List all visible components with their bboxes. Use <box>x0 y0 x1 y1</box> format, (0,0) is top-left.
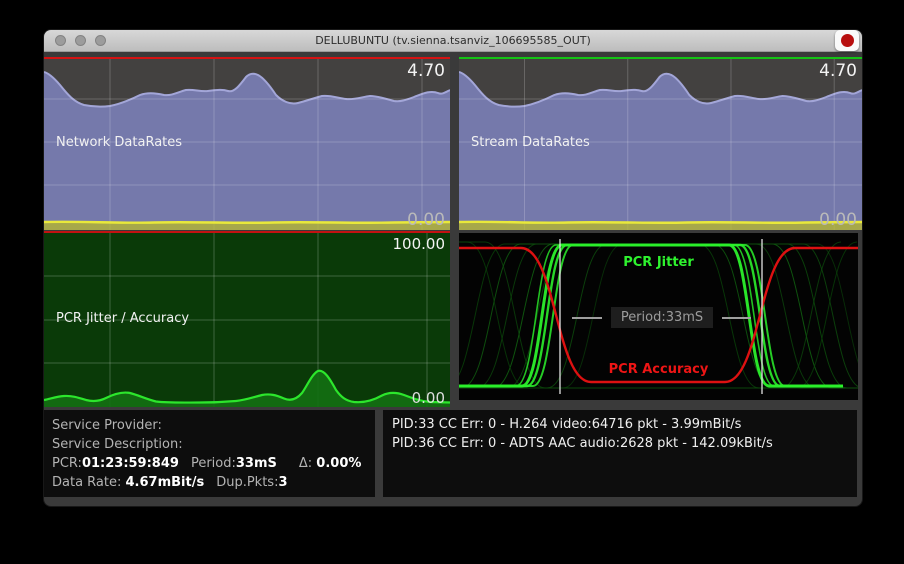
stream-datarates-panel: Stream DataRates 4.70 0.00 <box>459 57 862 230</box>
pid-line-video: PID:33 CC Err: 0 - H.264 video:64716 pkt… <box>392 415 857 434</box>
network-datarates-panel: Network DataRates 4.70 0.00 <box>44 57 450 230</box>
pcr-label: PCR: <box>52 456 82 471</box>
pcr-jitter-accuracy-panel: PCR Jitter / Accuracy 100.00 0.00 <box>44 231 450 407</box>
dup-pkts-label: Dup.Pkts: <box>216 475 278 490</box>
network-ymin-label: 0.00 <box>407 210 445 230</box>
service-description-line: Service Description: <box>52 435 375 454</box>
window-title: DELLUBUNTU (tv.sienna.tsanviz_106695585_… <box>44 30 862 51</box>
pid-line-audio: PID:36 CC Err: 0 - ADTS AAC audio:2628 p… <box>392 434 857 453</box>
pcr-accuracy-label: PCR Accuracy <box>459 362 858 377</box>
dup-pkts-value: 3 <box>278 475 287 490</box>
stream-datarates-title: Stream DataRates <box>471 135 590 150</box>
pcr-eye-diagram-panel: PCR Jitter Period:33mS PCR Accuracy <box>459 233 858 400</box>
title-bar[interactable]: DELLUBUNTU (tv.sienna.tsanviz_106695585_… <box>44 30 862 52</box>
datarate-status-line: Data Rate: 4.67mBit/s Dup.Pkts:3 <box>52 473 375 492</box>
pcr-jitter-label: PCR Jitter <box>459 255 858 270</box>
pcr-value: 01:23:59:849 <box>82 456 179 471</box>
stream-ymin-label: 0.00 <box>819 210 857 230</box>
network-datarates-title: Network DataRates <box>56 135 182 150</box>
service-status-panel: Service Provider: Service Description: P… <box>44 410 375 497</box>
stream-ymax-label: 4.70 <box>819 61 857 81</box>
desktop-background: DELLUBUNTU (tv.sienna.tsanviz_106695585_… <box>0 0 904 564</box>
delta-value: 0.00% <box>316 456 361 471</box>
period-annotation: Period:33mS <box>611 307 713 328</box>
record-indicator-button[interactable] <box>835 30 859 51</box>
record-dot-icon <box>841 34 854 47</box>
pcr-status-line: PCR:01:23:59:849 Period:33mS Δ: 0.00% <box>52 454 375 473</box>
app-window: DELLUBUNTU (tv.sienna.tsanviz_106695585_… <box>44 30 862 506</box>
pcr-ymax-label: 100.00 <box>393 235 446 253</box>
data-rate-value: 4.67mBit/s <box>126 475 205 490</box>
pid-status-panel: PID:33 CC Err: 0 - H.264 video:64716 pkt… <box>383 410 857 497</box>
service-provider-label: Service Provider: <box>52 418 162 433</box>
delta-label: Δ: <box>299 456 312 471</box>
network-ymax-label: 4.70 <box>407 61 445 81</box>
pcr-jitter-accuracy-title: PCR Jitter / Accuracy <box>56 311 189 326</box>
service-provider-line: Service Provider: <box>52 416 375 435</box>
period-value: 33mS <box>236 456 277 471</box>
data-rate-label: Data Rate: <box>52 475 121 490</box>
period-label: Period: <box>191 456 236 471</box>
pcr-ymin-label: 0.00 <box>412 389 445 407</box>
service-description-label: Service Description: <box>52 437 183 452</box>
